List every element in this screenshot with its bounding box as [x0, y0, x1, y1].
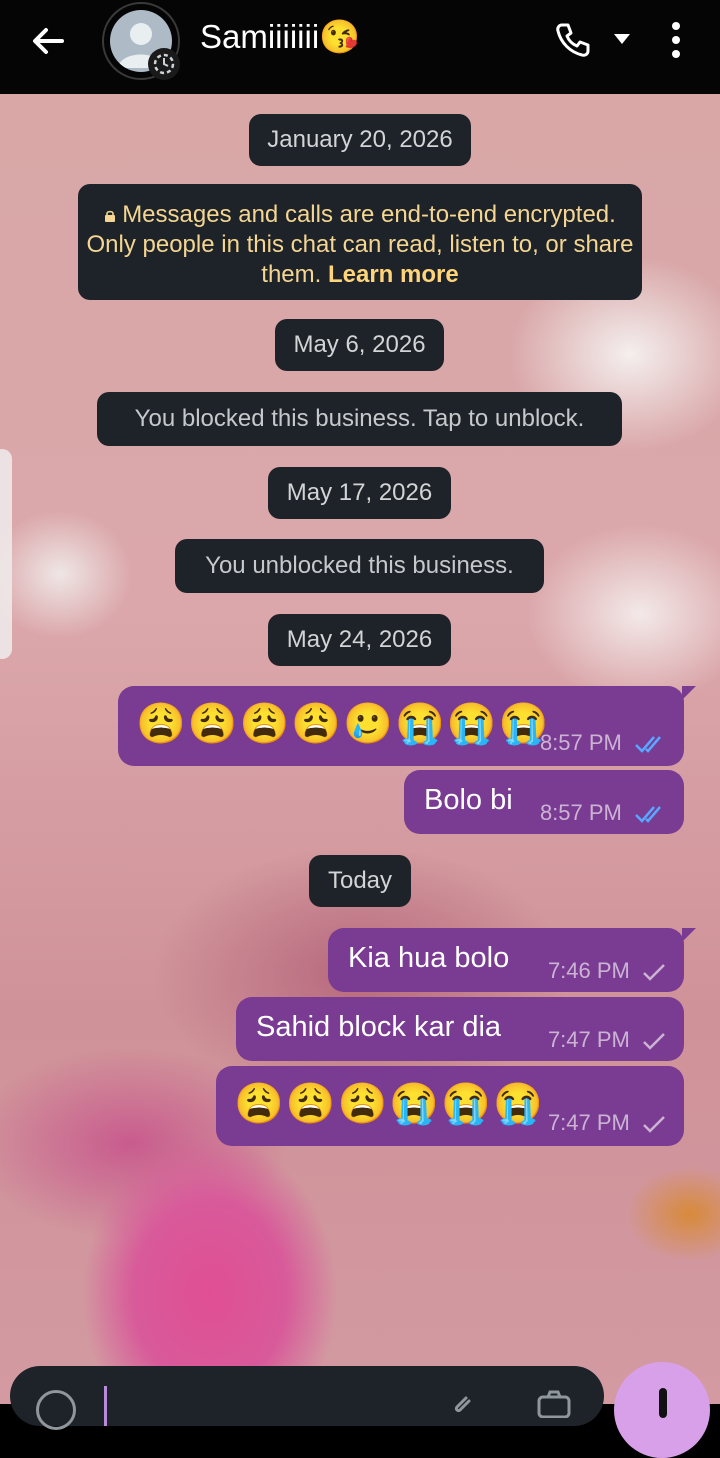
contact-avatar[interactable] — [102, 2, 180, 80]
outgoing-message[interactable]: Sahid block kar dia 7:47 PM — [236, 997, 684, 1061]
sent-tick-icon — [643, 964, 665, 981]
status-ring-icon — [148, 48, 180, 80]
message-meta: 8:57 PM — [540, 800, 666, 826]
lock-icon — [105, 210, 116, 222]
blocked-notice[interactable]: You blocked this business. Tap to unbloc… — [97, 392, 622, 446]
message-meta: 7:47 PM — [548, 1110, 666, 1136]
date-separator: May 6, 2026 — [275, 319, 444, 371]
outgoing-message[interactable]: 😩😩😩😭😭😭 7:47 PM — [216, 1066, 684, 1146]
message-time: 7:47 PM — [547, 1110, 630, 1135]
message-time: 7:47 PM — [547, 1027, 630, 1052]
caret-down-icon[interactable] — [612, 32, 632, 46]
encryption-notice[interactable]: Messages and calls are end-to-end encryp… — [78, 184, 642, 300]
outgoing-message[interactable]: Kia hua bolo 7:46 PM — [328, 928, 696, 992]
message-text: 😩😩😩😭😭😭 — [234, 1082, 545, 1126]
date-separator: May 17, 2026 — [268, 467, 451, 519]
message-time: 8:57 PM — [539, 730, 622, 755]
contact-name[interactable]: Samiiiiiii😘 — [200, 18, 360, 57]
camera-icon[interactable] — [536, 1390, 572, 1418]
bubble-tail — [682, 686, 696, 700]
message-text: Bolo bi — [424, 784, 513, 816]
date-separator: Today — [309, 855, 411, 907]
sent-tick-icon — [643, 1033, 665, 1050]
back-arrow-icon[interactable] — [28, 20, 70, 62]
learn-more-link[interactable]: Learn more — [328, 261, 459, 288]
read-receipt-icon — [635, 736, 661, 754]
unblocked-notice: You unblocked this business. — [175, 539, 544, 593]
outgoing-message[interactable]: 😩😩😩😩🥲😭😭😭 8:57 PM — [118, 686, 696, 766]
message-meta: 7:47 PM — [548, 1027, 666, 1053]
bubble-tail — [682, 928, 696, 942]
message-meta: 8:57 PM — [540, 730, 666, 756]
date-separator: May 24, 2026 — [268, 614, 451, 666]
date-separator: January 20, 2026 — [249, 114, 471, 166]
mic-shape — [659, 1388, 667, 1418]
phone-icon[interactable] — [553, 20, 593, 60]
more-vertical-icon[interactable] — [664, 18, 688, 62]
emoji-icon[interactable] — [36, 1390, 76, 1430]
chat-area[interactable]: January 20, 2026 Messages and calls are … — [0, 94, 720, 1404]
message-composer[interactable] — [10, 1366, 604, 1430]
sent-tick-icon — [643, 1116, 665, 1133]
message-text: Kia hua bolo — [348, 942, 510, 974]
microphone-icon[interactable] — [614, 1362, 710, 1458]
message-text: Sahid block kar dia — [256, 1011, 502, 1043]
message-meta: 7:46 PM — [548, 958, 666, 984]
paperclip-icon[interactable] — [446, 1388, 476, 1418]
read-receipt-icon — [635, 806, 661, 824]
side-edge-handle[interactable] — [0, 449, 12, 659]
text-cursor — [104, 1386, 107, 1426]
message-time: 7:46 PM — [547, 958, 630, 983]
message-text: 😩😩😩😩🥲😭😭😭 — [136, 702, 551, 746]
message-time: 8:57 PM — [539, 800, 622, 825]
chat-header: Samiiiiiii😘 — [0, 0, 720, 94]
outgoing-message[interactable]: Bolo bi 8:57 PM — [404, 770, 684, 834]
